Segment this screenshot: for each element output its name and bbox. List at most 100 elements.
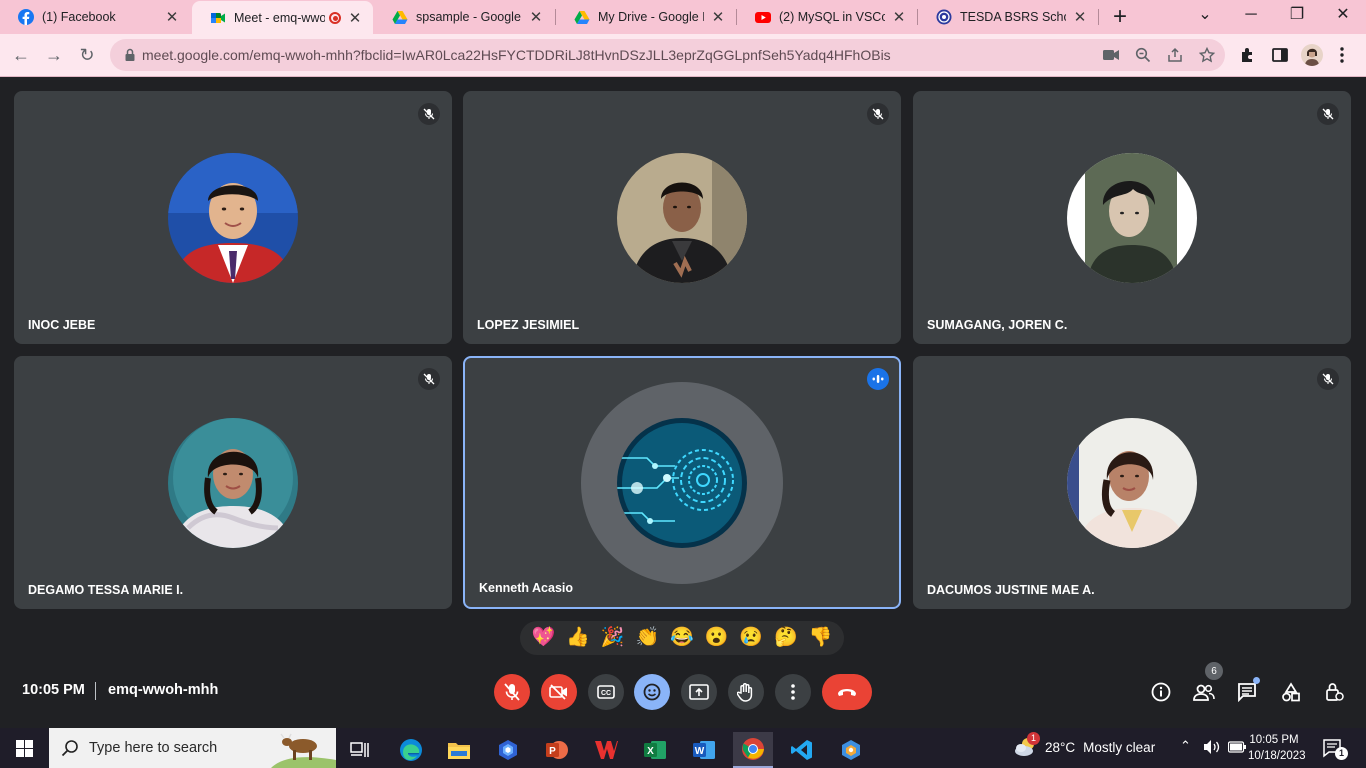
new-tab-button[interactable]: + [1108,4,1132,30]
back-icon[interactable]: ← [8,42,34,68]
google-meet-icon [210,10,226,26]
host-controls-icon[interactable] [1321,679,1347,705]
chrome-icon[interactable] [733,732,773,768]
tab-my-drive[interactable]: My Drive - Google Dr ✕ [556,0,736,34]
taskbar-clock[interactable]: 10:05 PM 10/18/2023 [1248,732,1306,764]
captions-button[interactable]: CC [588,674,624,710]
restore-icon[interactable]: ❐ [1282,3,1312,27]
notification-center-icon[interactable]: 1 [1322,738,1348,760]
people-count-badge: 6 [1205,662,1223,680]
meeting-time: 10:05 PM [22,682,85,698]
lock-icon[interactable] [122,47,138,63]
tab-title: (1) Facebook [42,10,116,24]
svg-text:P: P [549,746,556,757]
leave-call-button[interactable] [822,674,872,710]
forward-icon[interactable]: → [41,42,67,68]
reaction-thumbs-up[interactable]: 👍 [563,623,593,653]
powerpoint-icon[interactable]: P [537,732,577,768]
weather-cloud-moon-icon: 1 [1013,732,1040,758]
participant-name: SUMAGANG, JOREN C. [927,318,1068,332]
google-drive-icon [392,9,408,25]
raise-hand-button[interactable] [728,674,764,710]
participant-tile[interactable]: LOPEZ JESIMIEL [463,91,901,344]
close-icon[interactable]: ✕ [528,8,544,26]
svg-text:X: X [647,746,654,757]
side-panel-icon[interactable] [1270,45,1290,65]
participant-avatar [168,153,298,283]
close-icon[interactable]: ✕ [1072,8,1088,26]
people-icon[interactable] [1191,679,1217,705]
tab-spsample[interactable]: spsample - Google D ✕ [374,0,554,34]
participant-tile[interactable]: DACUMOS JUSTINE MAE A. [913,356,1351,609]
windows-start-button[interactable] [0,728,48,768]
tab-title: (2) MySQL in VSCode [779,10,885,24]
window-close-icon[interactable]: ✕ [1328,3,1358,27]
weather-temp: 28°C [1045,739,1076,755]
taskbar-search-box[interactable]: Type here to search [49,728,336,768]
tab-title: spsample - Google D [416,10,522,24]
mic-muted-icon [867,103,889,125]
reaction-sparkling-heart[interactable]: 💖 [528,623,558,653]
youtube-icon [755,9,771,25]
close-icon[interactable]: ✕ [164,8,180,26]
task-view-icon[interactable] [340,732,380,768]
file-explorer-icon[interactable] [439,732,479,768]
reaction-thumbs-down[interactable]: 👎 [806,623,836,653]
copilot-icon[interactable] [488,732,528,768]
participant-tile[interactable]: DEGAMO TESSA MARIE I. [14,356,452,609]
close-icon[interactable]: ✕ [347,9,363,27]
tab-youtube[interactable]: (2) MySQL in VSCode ✕ [737,0,917,34]
bookmark-star-icon[interactable] [1198,46,1216,64]
tray-overflow-chevron-icon[interactable]: ⌃ [1180,738,1191,754]
share-icon[interactable] [1166,46,1184,64]
edge-icon[interactable] [391,732,431,768]
camera-toggle-button[interactable] [541,674,577,710]
tab-meet[interactable]: Meet - emq-wwoh ✕ [192,1,373,35]
reload-icon[interactable]: ↻ [74,42,100,68]
volume-icon[interactable] [1203,739,1221,758]
profile-avatar[interactable] [1301,44,1323,66]
browser-toolbar: ← → ↻ meet.google.com/emq-wwoh-mhh?fbcli… [0,34,1366,77]
speaking-indicator-icon [867,368,889,390]
weather-widget[interactable]: 1 28°C Mostly clear [1013,732,1156,758]
camera-blocked-icon[interactable] [1102,46,1120,64]
battery-icon[interactable] [1227,741,1246,756]
reaction-surprised[interactable]: 😮 [702,623,732,653]
tab-divider [1098,9,1099,25]
chat-icon[interactable] [1234,677,1260,705]
vscode-icon[interactable] [782,732,822,768]
extensions-icon[interactable] [1238,45,1258,65]
emoji-reactions-button[interactable] [634,674,670,710]
excel-icon[interactable]: X [635,732,675,768]
wps-office-icon[interactable] [586,732,626,768]
reaction-party-popper[interactable]: 🎉 [598,623,628,653]
browser-tab-strip: (1) Facebook ✕ Meet - emq-wwoh ✕ spsampl… [0,0,1366,35]
tab-search-icon[interactable]: ⌄ [1190,3,1220,27]
more-options-button[interactable] [775,674,811,710]
word-icon[interactable]: W [684,732,724,768]
participant-tile-active[interactable]: Kenneth Acasio [463,356,901,609]
mic-toggle-button[interactable] [494,674,530,710]
meeting-details-icon[interactable] [1148,679,1174,705]
minimize-icon[interactable]: ─ [1236,3,1266,27]
tab-tesda[interactable]: TESDA BSRS Scholar ✕ [918,0,1098,34]
reactions-bar: 💖 👍 🎉 👏 😂 😮 😢 🤔 👎 [520,621,844,655]
participant-tile[interactable]: SUMAGANG, JOREN C. [913,91,1351,344]
search-icon [61,739,79,762]
vm-app-icon[interactable] [831,732,871,768]
close-icon[interactable]: ✕ [710,8,726,26]
tab-facebook[interactable]: (1) Facebook ✕ [0,0,190,34]
participant-tile[interactable]: INOC JEBE [14,91,452,344]
present-screen-button[interactable] [681,674,717,710]
menu-kebab-icon[interactable] [1332,45,1352,65]
reaction-thinking[interactable]: 🤔 [771,623,801,653]
reaction-sad[interactable]: 😢 [736,623,766,653]
close-icon[interactable]: ✕ [891,8,907,26]
reaction-clapping[interactable]: 👏 [632,623,662,653]
weather-condition: Mostly clear [1083,739,1156,755]
participant-avatar [1067,153,1197,283]
zoom-icon[interactable] [1134,46,1152,64]
activities-icon[interactable] [1278,679,1304,705]
address-bar[interactable]: meet.google.com/emq-wwoh-mhh?fbclid=IwAR… [110,39,1225,71]
reaction-joy[interactable]: 😂 [667,623,697,653]
